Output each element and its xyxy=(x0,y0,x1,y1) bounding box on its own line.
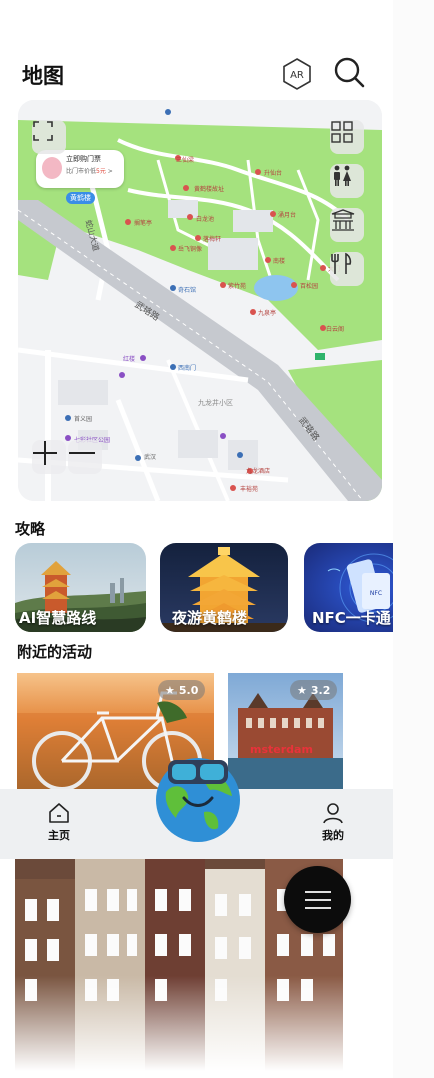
profile-icon xyxy=(323,803,343,824)
rating-badge: ★ 3.2 xyxy=(290,680,338,700)
star-icon: ★ xyxy=(165,683,175,697)
grid-icon[interactable] xyxy=(330,120,364,154)
activities-section-title: 附近的活动 xyxy=(17,643,93,661)
ar-label: AR xyxy=(290,70,304,81)
nav-profile-label: 我的 xyxy=(322,829,344,842)
poi-label[interactable]: 九泉亭 xyxy=(258,308,276,317)
activity-card-amsterdam[interactable]: msterdam ★ 3.2 xyxy=(228,673,343,790)
poi-label[interactable]: 黄鹤楼故址 xyxy=(194,184,224,193)
poi-label[interactable]: 西南门 xyxy=(178,363,196,372)
globe-mascot-icon[interactable] xyxy=(154,752,242,844)
search-icon[interactable] xyxy=(333,56,365,88)
guides-section-title: 攻略 xyxy=(15,520,46,538)
page: 地图 AR 三仙梁 升仙台 黄鹤楼故址 搁笔亭 白龙池 涌月台 落梅轩 岳飞铜像… xyxy=(0,0,393,1078)
guide-card-nfc[interactable]: NFC NFC一卡通 xyxy=(304,543,393,632)
poi-label[interactable]: 三仙梁 xyxy=(176,155,194,164)
nav-home[interactable]: 主页 xyxy=(29,801,89,843)
guide-card-ai-route[interactable]: AI智慧路线 xyxy=(15,543,146,632)
poi-label[interactable]: 白龙池 xyxy=(196,214,214,223)
home-icon xyxy=(49,803,69,823)
yellow-crane-marker[interactable]: 黄鹤楼 xyxy=(66,192,95,204)
ar-icon[interactable]: AR xyxy=(281,58,313,90)
right-gutter xyxy=(393,0,434,1078)
menu-icon xyxy=(304,890,331,909)
poi-label[interactable]: 丰裕苑 xyxy=(240,484,258,493)
poi-label[interactable]: 南楼 xyxy=(273,256,285,265)
menu-button[interactable] xyxy=(284,866,351,933)
svg-text:NFC: NFC xyxy=(370,590,382,597)
poi-label[interactable]: 白云阁 xyxy=(326,324,344,333)
zoom-in-icon[interactable] xyxy=(32,440,66,474)
poi-label[interactable]: 武汉 xyxy=(144,452,156,461)
guide-card-label: NFC一卡通 xyxy=(312,609,391,627)
poi-label[interactable]: 搁笔亭 xyxy=(134,218,152,227)
star-icon: ★ xyxy=(297,683,307,697)
flower-icon xyxy=(42,157,62,179)
poi-label[interactable]: 落梅轩 xyxy=(203,234,221,243)
amsterdam-sign: msterdam xyxy=(250,743,313,756)
guide-card-label: AI智慧路线 xyxy=(19,609,97,627)
ticket-bubble-subtitle: 比门市价低5元 > xyxy=(66,168,113,175)
road-label: 九龙井小区 xyxy=(198,399,233,407)
pavilion-icon[interactable] xyxy=(330,208,364,242)
guide-card-night-tour[interactable]: 夜游黄鹤楼 xyxy=(160,543,288,632)
nav-home-label: 主页 xyxy=(48,829,70,842)
zoom-out-icon[interactable] xyxy=(68,440,102,474)
poi-label[interactable]: 红楼 xyxy=(123,354,135,363)
fullscreen-icon[interactable] xyxy=(32,120,66,154)
poi-label[interactable]: 百松园 xyxy=(300,281,318,290)
restroom-icon[interactable] xyxy=(330,164,364,198)
ticket-bubble-title: 立即购门票 xyxy=(66,155,101,163)
poi-label[interactable]: 紫竹苑 xyxy=(228,281,246,290)
page-title: 地图 xyxy=(22,64,64,88)
map-view[interactable]: 三仙梁 升仙台 黄鹤楼故址 搁笔亭 白龙池 涌月台 落梅轩 岳飞铜像 南楼 紫竹… xyxy=(18,100,382,501)
poi-label[interactable]: 奇石馆 xyxy=(178,285,196,294)
poi-label[interactable]: 九龙酒店 xyxy=(246,466,270,475)
poi-label[interactable]: 岳飞铜像 xyxy=(178,244,202,253)
ticket-bubble[interactable]: 立即购门票 比门市价低5元 > xyxy=(36,150,124,188)
poi-label[interactable]: 首义园 xyxy=(74,414,92,423)
nav-profile[interactable]: 我的 xyxy=(303,801,363,843)
poi-label[interactable]: 涌月台 xyxy=(278,210,296,219)
guide-card-label: 夜游黄鹤楼 xyxy=(172,609,248,627)
poi-label[interactable]: 升仙台 xyxy=(264,168,282,177)
restaurant-icon[interactable] xyxy=(330,252,364,286)
rating-badge: ★ 5.0 xyxy=(158,680,206,700)
